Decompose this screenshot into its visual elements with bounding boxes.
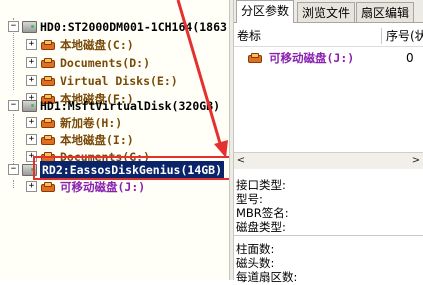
partition-label: 新加卷(H:) bbox=[60, 116, 123, 130]
info-model: 型号: bbox=[236, 192, 263, 206]
tree-partition-c[interactable]: + 本地磁盘(C:) bbox=[0, 36, 229, 54]
column-separator[interactable] bbox=[381, 28, 382, 44]
expand-icon[interactable]: + bbox=[26, 57, 37, 68]
disk-tree-pane[interactable]: − HD0:ST2000DM001-1CH164(1863 + 本地磁盘(C:)… bbox=[0, 0, 229, 280]
partition-icon bbox=[41, 118, 55, 128]
info-heads: 磁头数: bbox=[236, 256, 275, 270]
tree-partition-e[interactable]: + Virtual Disks(E:) bbox=[0, 72, 229, 90]
partition-icon bbox=[248, 53, 262, 63]
horizontal-scrollbar[interactable]: < > bbox=[234, 152, 423, 169]
partition-icon bbox=[41, 40, 55, 50]
row-volume-label: 可移动磁盘(J:) bbox=[269, 51, 355, 65]
partition-label: Documents(D:) bbox=[60, 56, 151, 70]
collapse-icon[interactable]: − bbox=[8, 100, 19, 111]
tab-browse-files[interactable]: 浏览文件 bbox=[297, 2, 356, 22]
partition-list-header: 卷标 序号(状 bbox=[234, 26, 423, 47]
partition-label: 本地磁盘(C:) bbox=[60, 38, 134, 52]
divider bbox=[234, 235, 423, 236]
hard-disk-icon bbox=[22, 21, 37, 33]
highlight-box bbox=[33, 156, 229, 180]
tree-partition-h[interactable]: + 新加卷(H:) bbox=[0, 114, 229, 132]
collapse-icon[interactable]: − bbox=[8, 164, 19, 175]
column-header-volume[interactable]: 卷标 bbox=[237, 26, 261, 46]
table-row[interactable]: 可移动磁盘(J:) 0 bbox=[234, 47, 423, 69]
expand-icon[interactable]: + bbox=[26, 117, 37, 128]
partition-icon bbox=[41, 182, 55, 192]
expand-icon[interactable]: + bbox=[26, 75, 37, 86]
collapse-icon[interactable]: − bbox=[8, 21, 19, 32]
info-mbr-signature: MBR签名: bbox=[236, 206, 289, 220]
disk-label: HD0:ST2000DM001-1CH164(1863 bbox=[40, 20, 227, 34]
disk-info-area: 接口类型: 型号: MBR签名: 磁盘类型: 柱面数: 磁头数: 每道扇区数: bbox=[234, 176, 423, 284]
tree-disk-hd1[interactable]: − HD1:MsftVirtualDisk(320GB) bbox=[0, 97, 229, 115]
partition-icon bbox=[41, 58, 55, 68]
scroll-right-icon[interactable]: > bbox=[409, 153, 423, 169]
partition-label: 可移动磁盘(J:) bbox=[60, 180, 146, 194]
scroll-left-icon[interactable]: < bbox=[234, 153, 248, 169]
hard-disk-icon bbox=[22, 100, 37, 112]
tree-partition-d[interactable]: + Documents(D:) bbox=[0, 54, 229, 72]
partition-icon bbox=[41, 135, 55, 145]
tab-partition-params[interactable]: 分区参数 bbox=[236, 0, 295, 23]
detail-pane: 分区参数 浏览文件 扇区编辑 卷标 序号(状 可移动磁盘(J:) 0 < > 接… bbox=[234, 0, 423, 284]
row-index-value: 0 bbox=[406, 51, 414, 65]
info-disk-type: 磁盘类型: bbox=[236, 220, 286, 234]
tab-bar: 分区参数 浏览文件 扇区编辑 bbox=[234, 0, 423, 23]
tree-partition-j[interactable]: + 可移动磁盘(J:) bbox=[0, 178, 229, 196]
tree-disk-hd0[interactable]: − HD0:ST2000DM001-1CH164(1863 bbox=[0, 18, 229, 36]
info-interface-type: 接口类型: bbox=[236, 178, 286, 192]
info-sectors-per-track: 每道扇区数: bbox=[236, 270, 298, 284]
tab-sector-edit[interactable]: 扇区编辑 bbox=[356, 2, 415, 22]
expand-icon[interactable]: + bbox=[26, 134, 37, 145]
expand-icon[interactable]: + bbox=[26, 181, 37, 192]
partition-label: Virtual Disks(E:) bbox=[60, 74, 178, 88]
partition-icon bbox=[41, 76, 55, 86]
partition-label: 本地磁盘(I:) bbox=[60, 133, 134, 147]
disk-label: HD1:MsftVirtualDisk(320GB) bbox=[40, 99, 221, 113]
tree-partition-i[interactable]: + 本地磁盘(I:) bbox=[0, 131, 229, 149]
expand-icon[interactable]: + bbox=[26, 39, 37, 50]
column-header-index[interactable]: 序号(状 bbox=[386, 26, 423, 46]
info-cylinders: 柱面数: bbox=[236, 242, 275, 256]
